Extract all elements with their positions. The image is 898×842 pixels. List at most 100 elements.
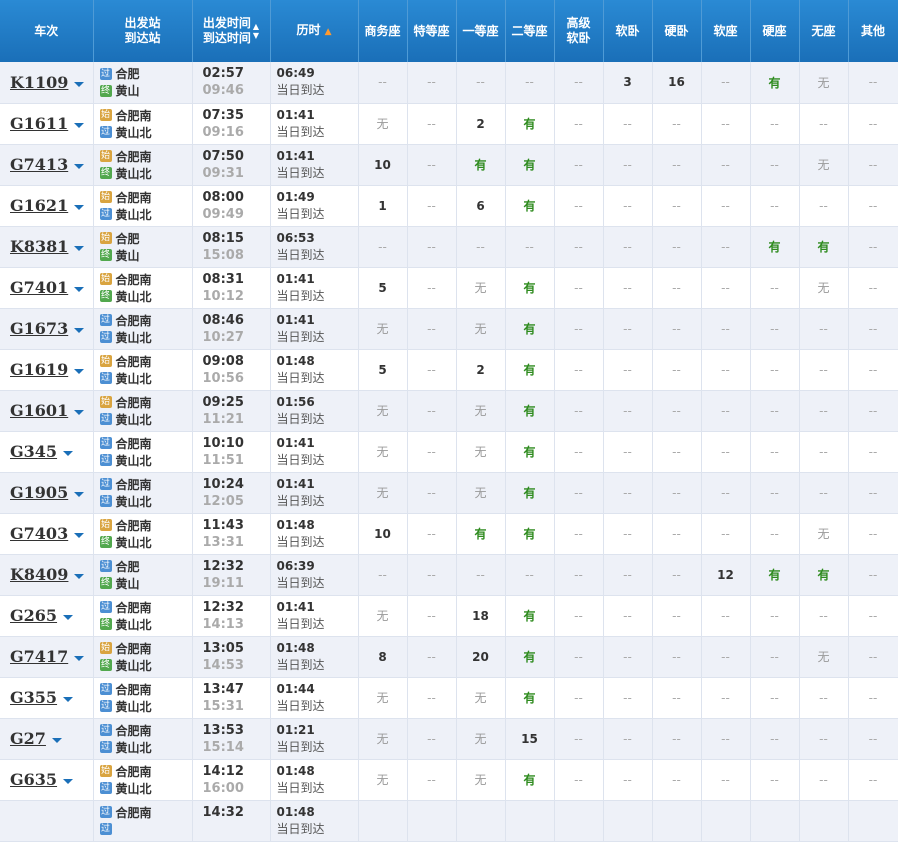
seat-availability: 有: [523, 158, 536, 172]
caret-down-icon[interactable]: [63, 697, 74, 702]
seat-hard-sleeper-cell: --: [652, 431, 702, 473]
caret-down-icon[interactable]: [63, 779, 74, 784]
arrival-day-note: 当日到达: [276, 821, 325, 836]
seat-availability: 有: [768, 240, 781, 254]
train-number-link[interactable]: G1621: [10, 196, 68, 215]
train-number-link[interactable]: G7401: [10, 278, 68, 297]
seat-other-cell: --: [848, 185, 898, 227]
train-number-link[interactable]: G635: [10, 770, 57, 789]
seat-availability: --: [378, 239, 387, 254]
caret-down-icon[interactable]: [74, 328, 85, 333]
train-cell: G265: [0, 595, 94, 637]
arrival-day-note: 当日到达: [276, 739, 325, 754]
seat-soft-sleeper-cell: --: [603, 677, 653, 719]
header-duration-sort[interactable]: 历时 ▲: [270, 0, 359, 62]
seat-business-cell: 无: [358, 595, 408, 637]
caret-down-icon[interactable]: [51, 738, 62, 743]
caret-down-icon[interactable]: [63, 451, 74, 456]
table-row: K1109 过合肥终黄山 02:57 09:46 06:49 当日到达 -- -- -- -- --…: [0, 62, 898, 104]
seat-first-cell: 18: [456, 595, 506, 637]
train-cell: [0, 800, 94, 842]
table-row: K8409 过合肥终黄山 12:32 19:11 06:39 当日到达 -- -- -- -- --…: [0, 554, 898, 596]
caret-down-icon[interactable]: [74, 287, 85, 292]
caret-down-icon[interactable]: [74, 369, 85, 374]
seat-availability: 10: [374, 526, 391, 541]
train-number-link[interactable]: G345: [10, 442, 57, 461]
seat-business-cell: 5: [358, 349, 408, 391]
seat-availability: --: [868, 198, 878, 213]
header-seat-first: 一等座: [456, 0, 506, 62]
train-number-link[interactable]: G265: [10, 606, 57, 625]
seat-availability: --: [868, 772, 878, 787]
seat-availability: --: [574, 157, 583, 172]
seat-availability: --: [574, 772, 583, 787]
duration-cell: 01:21 当日到达: [270, 718, 359, 760]
caret-down-icon[interactable]: [74, 123, 85, 128]
seat-availability: --: [721, 75, 730, 90]
train-cell: G7417: [0, 636, 94, 678]
train-number-link[interactable]: G1601: [10, 401, 68, 420]
seat-soft-seat-cell: --: [701, 431, 751, 473]
train-number-link[interactable]: G1673: [10, 319, 68, 338]
stations-cell: 始合肥南终黄山北: [93, 267, 193, 309]
train-number-link[interactable]: K8409: [10, 565, 68, 584]
seat-availability: 3: [623, 75, 632, 90]
sort-asc-icon[interactable]: ▲: [253, 22, 259, 31]
seat-availability: --: [672, 649, 681, 664]
train-number-link[interactable]: K8381: [10, 237, 68, 256]
seat-second-cell: [505, 800, 555, 842]
to-station: 黄山北: [115, 535, 152, 550]
seat-second-cell: 有: [505, 349, 555, 391]
arrival-time: 09:49: [202, 206, 244, 222]
caret-down-icon[interactable]: [74, 492, 85, 497]
seat-soft-sleeper-cell: 3: [603, 62, 653, 104]
duration-cell: 01:41 当日到达: [270, 267, 359, 309]
seat-availability: --: [721, 485, 730, 500]
seat-availability: --: [623, 567, 632, 582]
pass-station-icon: 过: [99, 67, 112, 80]
caret-down-icon[interactable]: [63, 615, 74, 620]
to-station: 黄山北: [115, 125, 152, 140]
caret-down-icon[interactable]: [74, 533, 85, 538]
train-number-link[interactable]: G27: [10, 729, 46, 748]
sort-asc-active-icon[interactable]: ▲: [325, 27, 332, 37]
caret-down-icon[interactable]: [74, 164, 85, 169]
seat-availability: --: [623, 362, 632, 377]
train-cell: G1621: [0, 185, 94, 227]
duration-cell: 01:48 当日到达: [270, 800, 359, 842]
start-station-icon: 始: [99, 642, 112, 654]
seat-deluxe-sleeper-cell: --: [554, 308, 604, 350]
train-number-link[interactable]: K1109: [10, 73, 68, 92]
departure-time: 13:53: [202, 722, 244, 738]
train-number-link[interactable]: G1619: [10, 360, 68, 379]
seat-availability: --: [672, 608, 681, 623]
seat-availability: --: [574, 75, 583, 90]
caret-down-icon[interactable]: [74, 246, 85, 251]
train-number-link[interactable]: G7417: [10, 647, 68, 666]
seat-availability: --: [427, 649, 436, 664]
from-station: 合肥南: [115, 805, 152, 820]
caret-down-icon[interactable]: [74, 81, 85, 87]
seat-availability: --: [427, 321, 436, 336]
caret-down-icon[interactable]: [74, 410, 85, 415]
train-number-link[interactable]: G355: [10, 688, 57, 707]
caret-down-icon[interactable]: [74, 205, 85, 210]
from-station: 合肥南: [115, 518, 152, 533]
seat-availability: --: [770, 321, 779, 336]
to-station: 黄山北: [115, 371, 152, 386]
duration-cell: 01:41 当日到达: [270, 431, 359, 473]
seat-availability: 有: [817, 240, 830, 254]
caret-down-icon[interactable]: [74, 574, 85, 579]
seat-availability: 有: [523, 445, 536, 459]
departure-time: 12:32: [202, 558, 244, 574]
pass-station-icon: 过: [99, 413, 112, 425]
train-number-link[interactable]: G7403: [10, 524, 68, 543]
seat-availability: 无: [376, 486, 389, 500]
train-number-link[interactable]: G7413: [10, 155, 68, 174]
header-time-sort[interactable]: 出发时间 到达时间 ▲ ▼: [192, 0, 271, 62]
train-number-link[interactable]: G1611: [10, 114, 68, 133]
train-number-link[interactable]: G1905: [10, 483, 68, 502]
sort-desc-icon[interactable]: ▼: [253, 31, 259, 40]
seat-business-cell: 8: [358, 636, 408, 678]
caret-down-icon[interactable]: [74, 656, 85, 661]
